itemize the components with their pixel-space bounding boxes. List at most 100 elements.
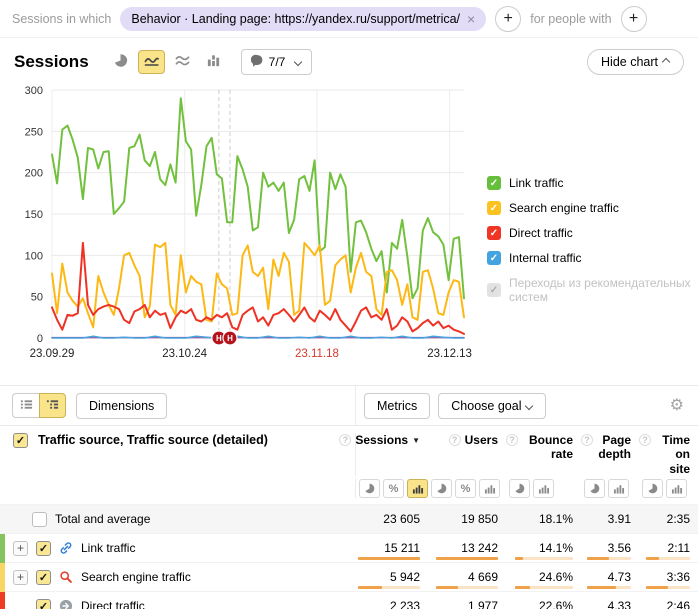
legend-checkbox[interactable]: ✓ [487, 283, 501, 297]
donut-chart-icon [113, 53, 128, 71]
close-icon[interactable]: × [467, 12, 475, 26]
row-label: Link traffic [81, 541, 135, 555]
bars-toggle[interactable] [608, 479, 629, 498]
sort-desc-icon: ▼ [412, 436, 420, 446]
metric-cell: 22.6% [506, 592, 581, 609]
donut-toggle[interactable] [584, 479, 605, 498]
metrics-button[interactable]: Metrics [364, 393, 430, 419]
row-name-cell: Total and average [0, 505, 356, 533]
legend-label: Search engine traffic [509, 201, 619, 215]
legend-item[interactable]: ✓ Internal traffic [487, 251, 698, 265]
donut-toggle[interactable] [431, 479, 452, 498]
for-people-with-label: for people with [530, 12, 611, 26]
metric-cell: 4 669 [428, 563, 506, 591]
choose-goal-dropdown[interactable]: Choose goal [438, 393, 546, 419]
expand-button[interactable]: + [13, 570, 28, 585]
flat-list-view-button[interactable] [12, 393, 39, 418]
legend-checkbox[interactable]: ✓ [487, 251, 501, 265]
legend-checkbox[interactable]: ✓ [487, 226, 501, 240]
hide-chart-button[interactable]: Hide chart [587, 49, 684, 75]
row-checkbox[interactable]: ✓ [36, 541, 51, 556]
tree-view-icon [45, 398, 60, 414]
plus-icon: + [629, 10, 638, 28]
table-row[interactable]: + ✓ Link traffic 15 211 13 242 14.1% 3.5… [0, 534, 698, 563]
link-icon [59, 541, 73, 555]
metric-value: 15 211 [384, 541, 420, 555]
search-icon [59, 570, 73, 584]
annotations-dropdown[interactable]: 7/7 [241, 49, 313, 75]
expand-button[interactable]: + [13, 541, 28, 556]
column-header-bounce-rate[interactable]: ? Bounce rate [506, 433, 581, 476]
metric-display-toggles: %% [0, 476, 698, 505]
metric-value: 22.6% [539, 599, 573, 609]
row-name-cell: + ✓ Link traffic [0, 534, 356, 562]
column-chart-button[interactable] [200, 50, 227, 74]
metric-cell: 23 605 [356, 505, 428, 533]
sessions-in-which-label: Sessions in which [12, 12, 111, 26]
segment-chip-label: Behavior · Landing page: https://yandex.… [131, 12, 460, 26]
tree-view-button[interactable] [39, 393, 66, 418]
chart-legend: ✓ Link traffic ✓ Search engine traffic ✓… [487, 176, 698, 315]
metric-cell: 19 850 [428, 505, 506, 533]
column-header-time-on-site[interactable]: ? Time on site [639, 433, 698, 476]
column-label: Sessions [355, 433, 408, 447]
annotation-marker: Н [223, 331, 237, 345]
add-condition-button[interactable]: + [495, 6, 521, 32]
column-header-users[interactable]: ? Users [428, 433, 506, 476]
metric-cell: 1 977 [428, 592, 506, 609]
legend-item[interactable]: ✓ Link traffic [487, 176, 698, 190]
legend-label: Direct traffic [509, 226, 573, 240]
bars-toggle[interactable] [479, 479, 500, 498]
column-header-page-depth[interactable]: ? Page depth [581, 433, 639, 476]
line-chart-canvas[interactable]: 05010015020025030023.09.2923.10.2423.11.… [6, 80, 476, 368]
svg-text:150: 150 [25, 209, 43, 221]
select-all-checkbox[interactable]: ✓ [13, 433, 28, 448]
donut-toggle[interactable] [642, 479, 663, 498]
svg-text:23.11.18: 23.11.18 [295, 348, 339, 360]
legend-item[interactable]: ✓ Переходы из рекомендательных систем [487, 276, 698, 304]
legend-label: Переходы из рекомендательных систем [509, 276, 698, 304]
gear-icon[interactable]: ⚙ [670, 398, 684, 414]
legend-checkbox[interactable]: ✓ [487, 201, 501, 215]
metric-value: 4 669 [468, 570, 498, 584]
percent-toggle[interactable]: % [383, 479, 404, 498]
legend-checkbox[interactable]: ✓ [487, 176, 501, 190]
row-checkbox[interactable]: ✓ [36, 570, 51, 585]
flat-list-view-icon [19, 398, 34, 414]
row-label: Search engine traffic [81, 570, 191, 584]
donut-toggle[interactable] [509, 479, 530, 498]
dimensions-button[interactable]: Dimensions [76, 393, 167, 419]
legend-label: Internal traffic [509, 251, 581, 265]
metric-cell: 2:46 [639, 592, 698, 609]
legend-item[interactable]: ✓ Direct traffic [487, 226, 698, 240]
svg-text:50: 50 [31, 292, 43, 304]
line-chart-button[interactable] [138, 50, 165, 74]
bars-toggle[interactable] [407, 479, 428, 498]
add-people-condition-button[interactable]: + [621, 6, 647, 32]
metric-value: 1 977 [468, 599, 498, 609]
table-row[interactable]: Total and average 23 605 19 850 18.1% 3.… [0, 505, 698, 534]
dimension-header-label: Traffic source, Traffic source (detailed… [38, 433, 268, 447]
donut-chart-button[interactable] [107, 50, 134, 74]
stacked-area-chart-button[interactable] [169, 50, 196, 74]
row-checkbox[interactable]: ✓ [36, 599, 51, 609]
hide-chart-label: Hide chart [601, 55, 658, 69]
bars-toggle[interactable] [533, 479, 554, 498]
proportion-bar [358, 586, 420, 589]
table-row[interactable]: ✓ Direct traffic 2 233 1 977 22.6% 4.33 … [0, 592, 698, 609]
svg-text:Н: Н [216, 334, 222, 343]
metric-value: 23 605 [383, 512, 420, 526]
segment-chip[interactable]: Behavior · Landing page: https://yandex.… [120, 7, 486, 31]
legend-item[interactable]: ✓ Search engine traffic [487, 201, 698, 215]
table-row[interactable]: + ✓ Search engine traffic 5 942 4 669 24… [0, 563, 698, 592]
chart-type-switcher [107, 50, 227, 74]
metric-cell: 2:11 [639, 534, 698, 562]
bars-toggle[interactable] [666, 479, 687, 498]
table-header: ✓ Traffic source, Traffic source (detail… [0, 426, 698, 476]
row-checkbox[interactable] [32, 512, 47, 527]
proportion-bar [587, 586, 631, 589]
percent-toggle[interactable]: % [455, 479, 476, 498]
column-header-sessions[interactable]: ? Sessions ▼ [356, 433, 428, 476]
donut-toggle[interactable] [359, 479, 380, 498]
proportion-bar [358, 557, 420, 560]
